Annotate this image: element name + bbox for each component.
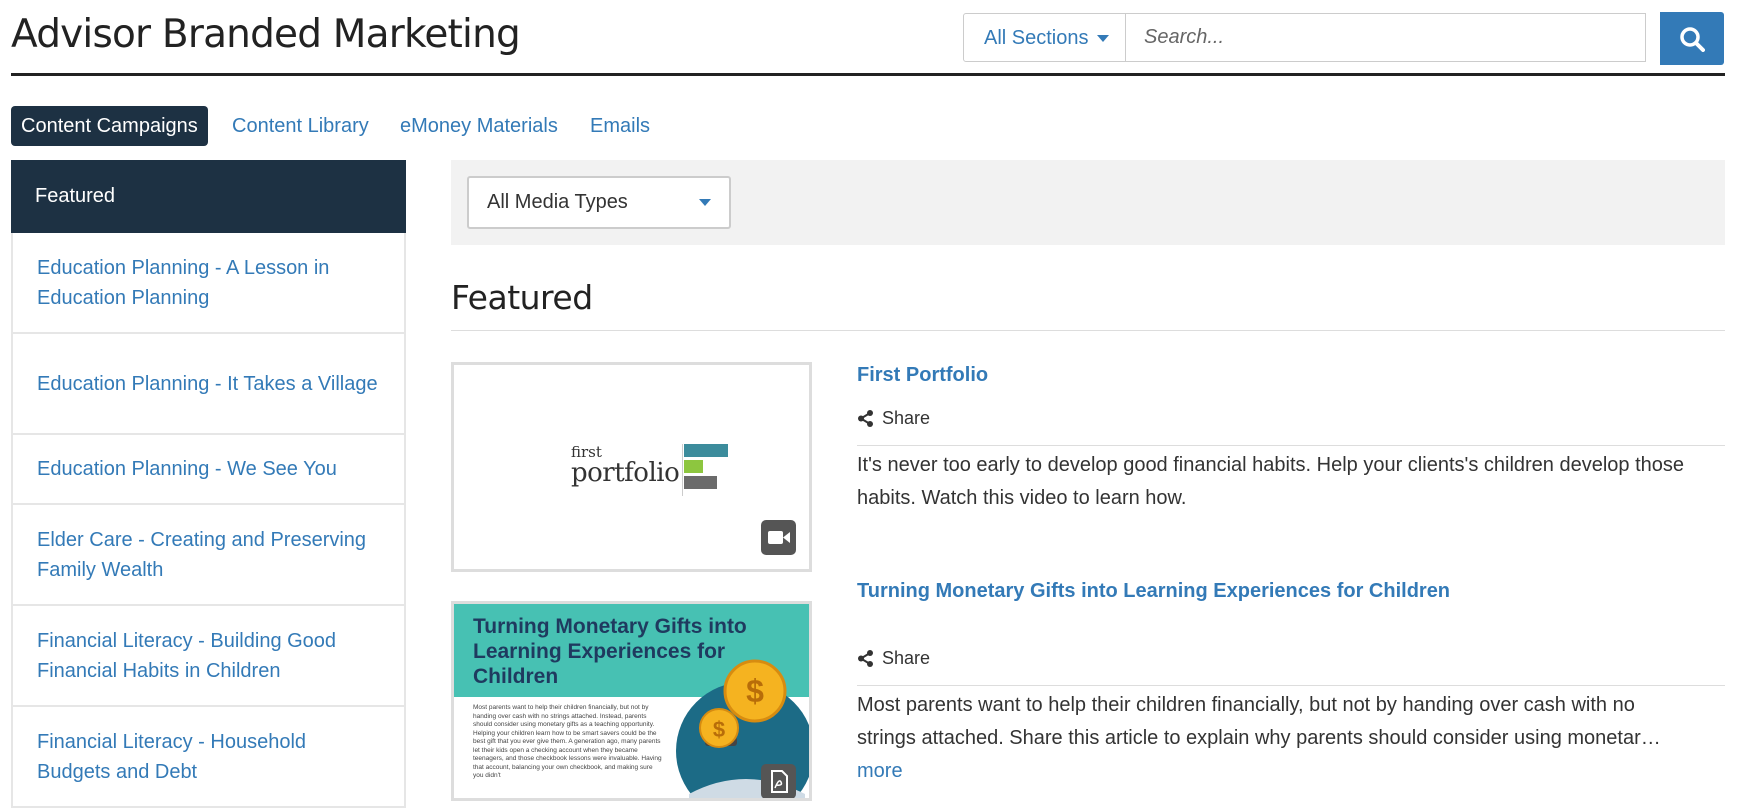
tab-content-campaigns[interactable]: Content Campaigns xyxy=(11,106,208,146)
section-heading: Featured xyxy=(451,278,593,317)
logo-large-text: portfolio xyxy=(571,458,680,488)
media-type-select[interactable]: All Media Types xyxy=(467,176,731,229)
sidebar: Featured Education Planning - A Lesson i… xyxy=(11,160,406,808)
search-icon xyxy=(1680,26,1705,52)
divider xyxy=(857,685,1725,686)
caret-down-icon xyxy=(1096,35,1109,43)
app-title: Advisor Branded Marketing xyxy=(11,12,521,57)
pdf-icon xyxy=(771,770,788,793)
logo-bars-graphic xyxy=(682,444,728,496)
search-button[interactable] xyxy=(1660,12,1724,65)
sidebar-item[interactable]: Financial Literacy - Building Good Finan… xyxy=(11,606,406,707)
svg-text:$: $ xyxy=(746,673,764,709)
search-bar: All Sections xyxy=(963,13,1725,64)
divider xyxy=(857,445,1725,446)
filter-bar: All Media Types xyxy=(451,160,1725,245)
tab-content-library[interactable]: Content Library xyxy=(232,106,369,146)
share-button[interactable]: Share xyxy=(857,408,930,429)
sidebar-item[interactable]: Financial Literacy - Household Budgets a… xyxy=(11,707,406,808)
item-thumbnail[interactable]: Turning Monetary Gifts into Learning Exp… xyxy=(451,601,812,801)
description-line: Most parents want to help their children… xyxy=(857,694,1635,716)
item-description: It's never too early to develop good fin… xyxy=(857,454,1685,509)
section-select-label: All Sections xyxy=(984,27,1089,49)
first-portfolio-logo: first portfolio xyxy=(571,445,680,488)
video-camera-icon xyxy=(768,531,790,544)
item-description: Most parents want to help their children… xyxy=(857,689,1725,788)
search-input[interactable] xyxy=(1126,13,1646,62)
share-label: Share xyxy=(882,408,931,428)
share-icon xyxy=(858,650,873,667)
sidebar-item[interactable]: Elder Care - Creating and Preserving Fam… xyxy=(11,505,406,606)
sidebar-item[interactable]: Education Planning - A Lesson in Educati… xyxy=(11,233,406,334)
item-thumbnail[interactable]: first portfolio xyxy=(451,362,812,572)
more-link[interactable]: more xyxy=(857,755,1725,788)
sidebar-item[interactable]: Education Planning - It Takes a Village xyxy=(11,334,406,435)
share-label: Share xyxy=(882,648,931,668)
share-icon xyxy=(858,410,873,427)
section-select[interactable]: All Sections xyxy=(963,13,1126,62)
thumb-body-text: Most parents want to help their children… xyxy=(473,704,662,779)
description-line: strings attached. Share this article to … xyxy=(857,727,1661,749)
divider xyxy=(451,330,1725,331)
svg-text:$: $ xyxy=(713,717,725,742)
video-badge xyxy=(761,520,796,555)
item-title-link[interactable]: Turning Monetary Gifts into Learning Exp… xyxy=(857,580,1450,603)
tab-emails[interactable]: Emails xyxy=(590,106,650,146)
tab-emoney-materials[interactable]: eMoney Materials xyxy=(400,106,558,146)
pdf-badge xyxy=(761,764,796,798)
item-title-link[interactable]: First Portfolio xyxy=(857,364,988,387)
caret-down-icon xyxy=(699,199,711,206)
sidebar-item-featured[interactable]: Featured xyxy=(11,160,406,233)
media-type-label: All Media Types xyxy=(487,191,628,213)
share-button[interactable]: Share xyxy=(857,648,930,669)
sidebar-item[interactable]: Education Planning - We See You xyxy=(11,435,406,505)
